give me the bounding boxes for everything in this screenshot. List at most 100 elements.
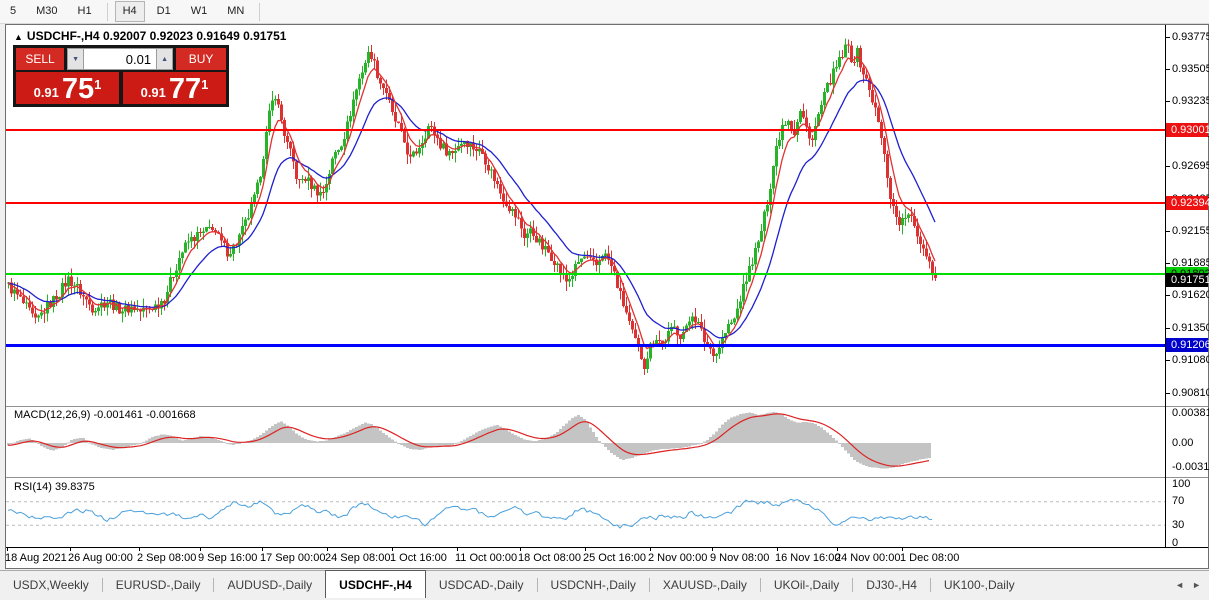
macd-histogram-bar bbox=[175, 438, 178, 443]
buy-price-display[interactable]: 0.91 77 1 bbox=[123, 72, 226, 104]
chart-tab-xauusd-[interactable]: XAUUSD-,Daily bbox=[650, 571, 760, 598]
chart-tab-uk100-[interactable]: UK100-,Daily bbox=[931, 571, 1028, 598]
macd-histogram-bar bbox=[826, 433, 829, 443]
chart-tab-dj30-[interactable]: DJ30-,H4 bbox=[853, 571, 930, 598]
candle-body bbox=[229, 254, 232, 256]
macd-histogram-bar bbox=[856, 443, 859, 462]
macd-histogram-bar bbox=[280, 422, 283, 443]
candle-body bbox=[568, 279, 571, 282]
timeframe-button-h1[interactable]: H1 bbox=[70, 1, 100, 22]
candle-body bbox=[739, 302, 742, 309]
candle-body bbox=[877, 108, 880, 122]
candle-body bbox=[544, 246, 547, 249]
timeframe-button-m30[interactable]: M30 bbox=[28, 1, 65, 22]
chart-tab-ukoil-[interactable]: UKOil-,Daily bbox=[761, 571, 852, 598]
timeframe-button-h4[interactable]: H4 bbox=[115, 1, 145, 22]
volume-decrease-icon[interactable]: ▼ bbox=[67, 48, 84, 70]
macd-histogram-bar bbox=[349, 430, 352, 443]
candle-body bbox=[295, 162, 298, 179]
macd-histogram-bar bbox=[454, 443, 457, 444]
candle-body bbox=[925, 249, 928, 257]
candle-body bbox=[745, 282, 748, 284]
tab-scroll-right-icon[interactable]: ► bbox=[1192, 580, 1201, 590]
sell-price-display[interactable]: 0.91 75 1 bbox=[16, 72, 119, 104]
time-tick-mark bbox=[327, 548, 328, 551]
macd-histogram-bar bbox=[292, 431, 295, 443]
price-axis[interactable]: 0.937750.935050.932350.929650.926950.924… bbox=[1166, 25, 1208, 547]
chart-tab-usdchf-[interactable]: USDCHF-,H4 bbox=[325, 570, 426, 598]
timeframe-button-mn[interactable]: MN bbox=[219, 1, 252, 22]
macd-histogram-bar bbox=[391, 440, 394, 443]
candle-body bbox=[85, 296, 88, 299]
chart-tab-usdx[interactable]: USDX,Weekly bbox=[0, 571, 102, 598]
candle-wick bbox=[905, 208, 906, 226]
macd-histogram-bar bbox=[88, 443, 91, 444]
macd-histogram-bar bbox=[679, 443, 682, 448]
candle-body bbox=[211, 227, 214, 230]
chart-tab-usdcad-[interactable]: USDCAD-,Daily bbox=[426, 571, 537, 598]
tab-scroll-left-icon[interactable]: ◄ bbox=[1175, 580, 1184, 590]
macd-histogram-bar bbox=[688, 443, 691, 446]
candle-body bbox=[67, 277, 70, 287]
macd-histogram-bar bbox=[793, 422, 796, 443]
macd-histogram-bar bbox=[319, 441, 322, 443]
candle-body bbox=[538, 238, 541, 242]
macd-histogram-bar bbox=[394, 441, 397, 443]
macd-histogram-bar bbox=[322, 441, 325, 443]
candle-body bbox=[487, 165, 490, 171]
chart-tab-eurusd-[interactable]: EURUSD-,Daily bbox=[103, 571, 214, 598]
macd-histogram-bar bbox=[784, 417, 787, 443]
buy-price-sup: 1 bbox=[201, 77, 208, 92]
macd-histogram-bar bbox=[643, 443, 646, 453]
macd-histogram-bar bbox=[184, 440, 187, 443]
candle-body bbox=[265, 132, 268, 159]
candle-body bbox=[697, 322, 700, 323]
collapse-panel-icon[interactable]: ▲ bbox=[14, 32, 23, 42]
timeframe-button-d1[interactable]: D1 bbox=[149, 1, 179, 22]
volume-input[interactable] bbox=[84, 48, 156, 70]
macd-histogram-bar bbox=[535, 441, 538, 443]
candle-wick bbox=[854, 56, 855, 66]
macd-histogram-bar bbox=[832, 438, 835, 443]
macd-histogram-bar bbox=[511, 433, 514, 443]
macd-histogram-bar bbox=[682, 443, 685, 448]
macd-histogram-bar bbox=[445, 443, 448, 446]
candle-body bbox=[31, 307, 34, 313]
chart-plot-region[interactable]: ▲USDCHF-,H4 0.92007 0.92023 0.91649 0.91… bbox=[6, 25, 1165, 547]
timeframe-button-w1[interactable]: W1 bbox=[183, 1, 216, 22]
macd-histogram-bar bbox=[814, 424, 817, 443]
timeframe-button-5[interactable]: 5 bbox=[2, 1, 24, 22]
macd-histogram-bar bbox=[823, 430, 826, 443]
macd-histogram-bar bbox=[529, 441, 532, 443]
candle-wick bbox=[557, 262, 558, 273]
macd-histogram-bar bbox=[673, 443, 676, 448]
candle-body bbox=[406, 142, 409, 154]
candle-body bbox=[895, 206, 898, 217]
macd-histogram-bar bbox=[346, 432, 349, 443]
sell-button[interactable]: SELL bbox=[16, 48, 64, 70]
macd-histogram-bar bbox=[514, 435, 517, 443]
macd-histogram-bar bbox=[913, 443, 916, 461]
candle-body bbox=[871, 90, 874, 103]
candle-body bbox=[184, 243, 187, 253]
volume-increase-icon[interactable]: ▲ bbox=[156, 48, 173, 70]
candle-body bbox=[379, 78, 382, 83]
macd-histogram-bar bbox=[67, 443, 70, 444]
macd-histogram-bar bbox=[757, 415, 760, 443]
candle-body bbox=[904, 218, 907, 219]
candle-wick bbox=[752, 258, 753, 271]
macd-histogram-bar bbox=[637, 443, 640, 456]
candle-body bbox=[169, 277, 172, 292]
chart-tab-usdcnh-[interactable]: USDCNH-,Daily bbox=[538, 571, 649, 598]
chart-tab-audusd-[interactable]: AUDUSD-,Daily bbox=[214, 571, 325, 598]
macd-histogram-bar bbox=[406, 443, 409, 448]
chart-symbol-label: USDCHF-,H4 bbox=[27, 29, 100, 43]
macd-histogram-bar bbox=[658, 443, 661, 450]
candle-body bbox=[91, 304, 94, 312]
candle-body bbox=[355, 89, 358, 99]
time-axis[interactable]: 18 Aug 202126 Aug 00:002 Sep 08:009 Sep … bbox=[6, 548, 1208, 568]
candle-body bbox=[844, 45, 847, 58]
macd-histogram-bar bbox=[820, 428, 823, 443]
buy-button[interactable]: BUY bbox=[176, 48, 226, 70]
macd-histogram-bar bbox=[661, 443, 664, 449]
